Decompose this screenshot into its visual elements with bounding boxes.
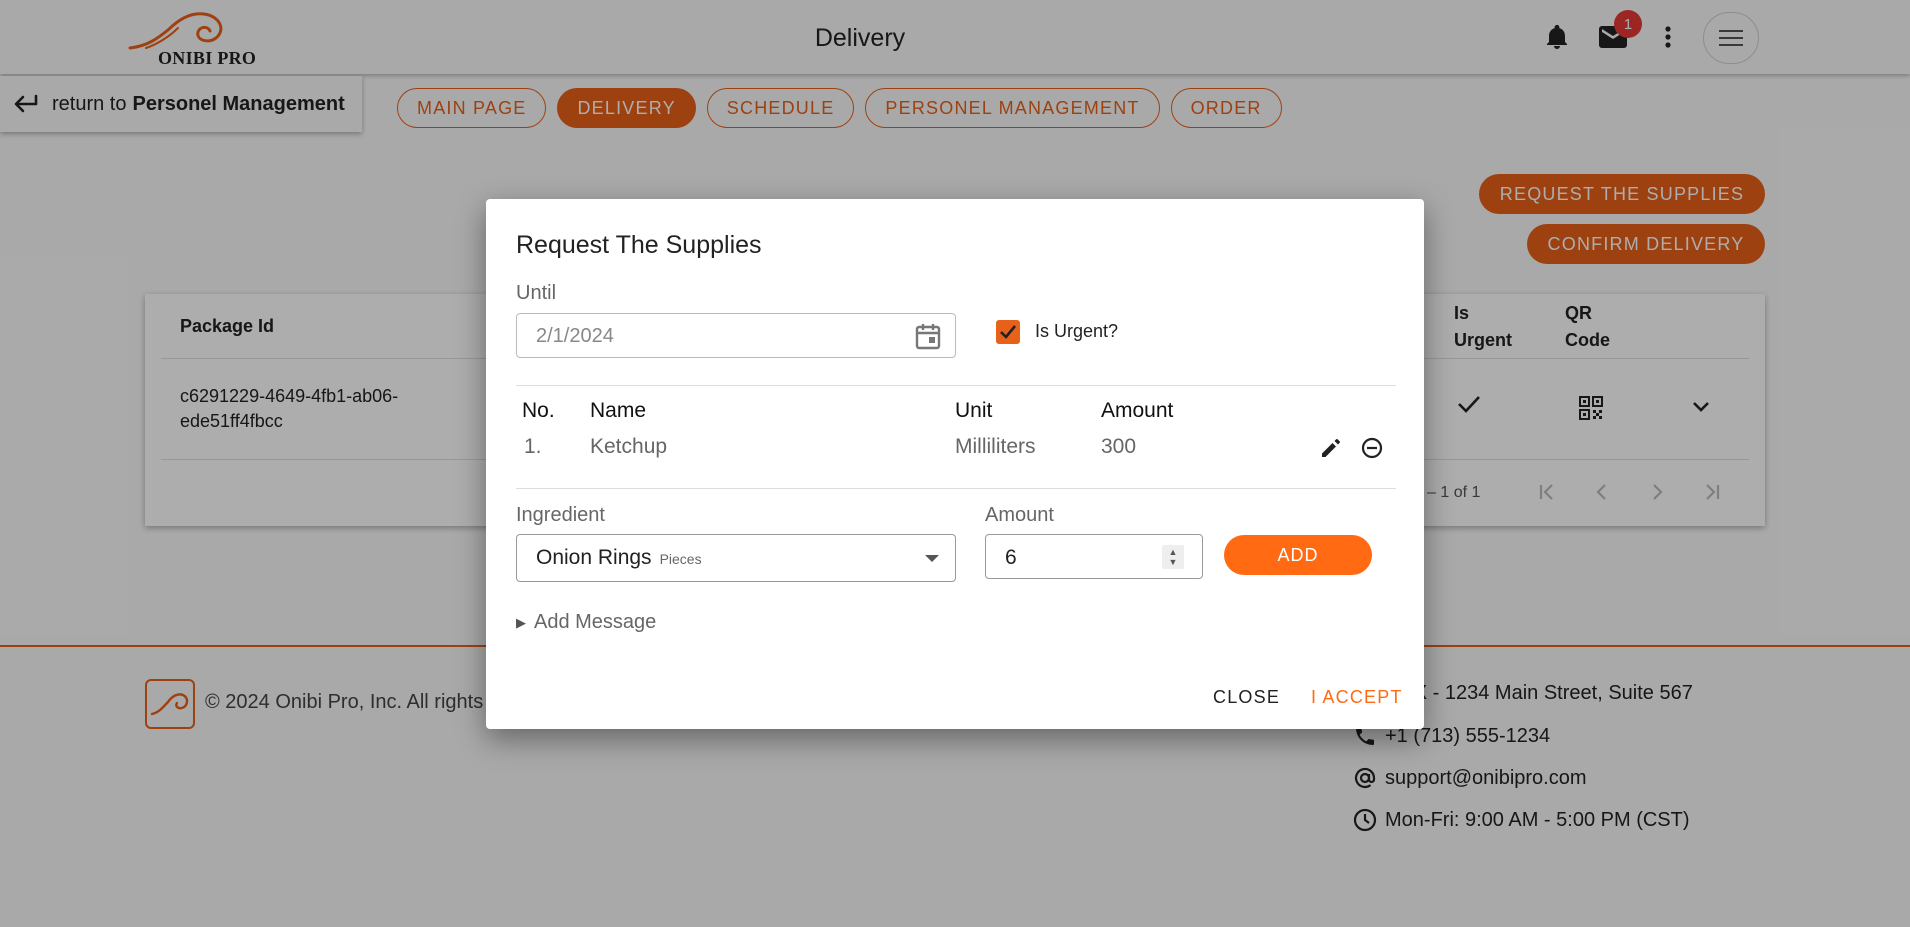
item-no: 1. — [524, 435, 542, 458]
until-date-value: 2/1/2024 — [536, 325, 614, 347]
request-supplies-dialog: Request The Supplies Until 2/1/2024 Is U… — [486, 199, 1424, 729]
item-amount: 300 — [1101, 435, 1137, 458]
items-header-amount: Amount — [1101, 399, 1174, 422]
items-bottom-divider — [516, 488, 1396, 489]
add-message-label: Add Message — [534, 611, 657, 633]
number-stepper-icon[interactable]: ▲ ▼ — [1162, 545, 1184, 569]
add-message-toggle[interactable]: ▶ Add Message — [516, 611, 656, 634]
ingredient-unit: Pieces — [659, 551, 702, 567]
close-button[interactable]: CLOSE — [1213, 687, 1280, 708]
remove-circle-icon[interactable] — [1361, 437, 1383, 459]
until-label: Until — [516, 282, 557, 304]
ingredient-select[interactable]: Onion Rings Pieces — [516, 534, 956, 582]
accept-button[interactable]: I ACCEPT — [1311, 687, 1403, 708]
items-header-name: Name — [590, 399, 647, 422]
edit-icon[interactable] — [1320, 437, 1342, 459]
items-header-unit: Unit — [955, 399, 993, 422]
item-unit: Milliliters — [955, 435, 1036, 458]
amount-value: 6 — [1005, 546, 1017, 569]
expand-triangle-icon: ▶ — [516, 614, 526, 630]
add-ingredient-button[interactable]: ADD — [1224, 535, 1372, 575]
ingredient-select-value: Onion Rings Pieces — [536, 546, 702, 570]
dropdown-caret-icon — [925, 555, 939, 562]
items-top-divider — [516, 385, 1396, 386]
dialog-title: Request The Supplies — [516, 231, 762, 259]
items-header-no: No. — [522, 399, 555, 422]
ingredient-value: Onion Rings — [536, 546, 652, 569]
until-date-input[interactable]: 2/1/2024 — [516, 313, 956, 358]
amount-input[interactable]: 6 ▲ ▼ — [985, 534, 1203, 579]
checkmark-icon — [1000, 325, 1017, 339]
is-urgent-checkbox[interactable] — [996, 320, 1020, 344]
is-urgent-label: Is Urgent? — [1035, 321, 1119, 341]
ingredient-label: Ingredient — [516, 504, 605, 526]
calendar-icon[interactable] — [915, 322, 941, 350]
item-name: Ketchup — [590, 435, 668, 458]
amount-label: Amount — [985, 504, 1054, 526]
